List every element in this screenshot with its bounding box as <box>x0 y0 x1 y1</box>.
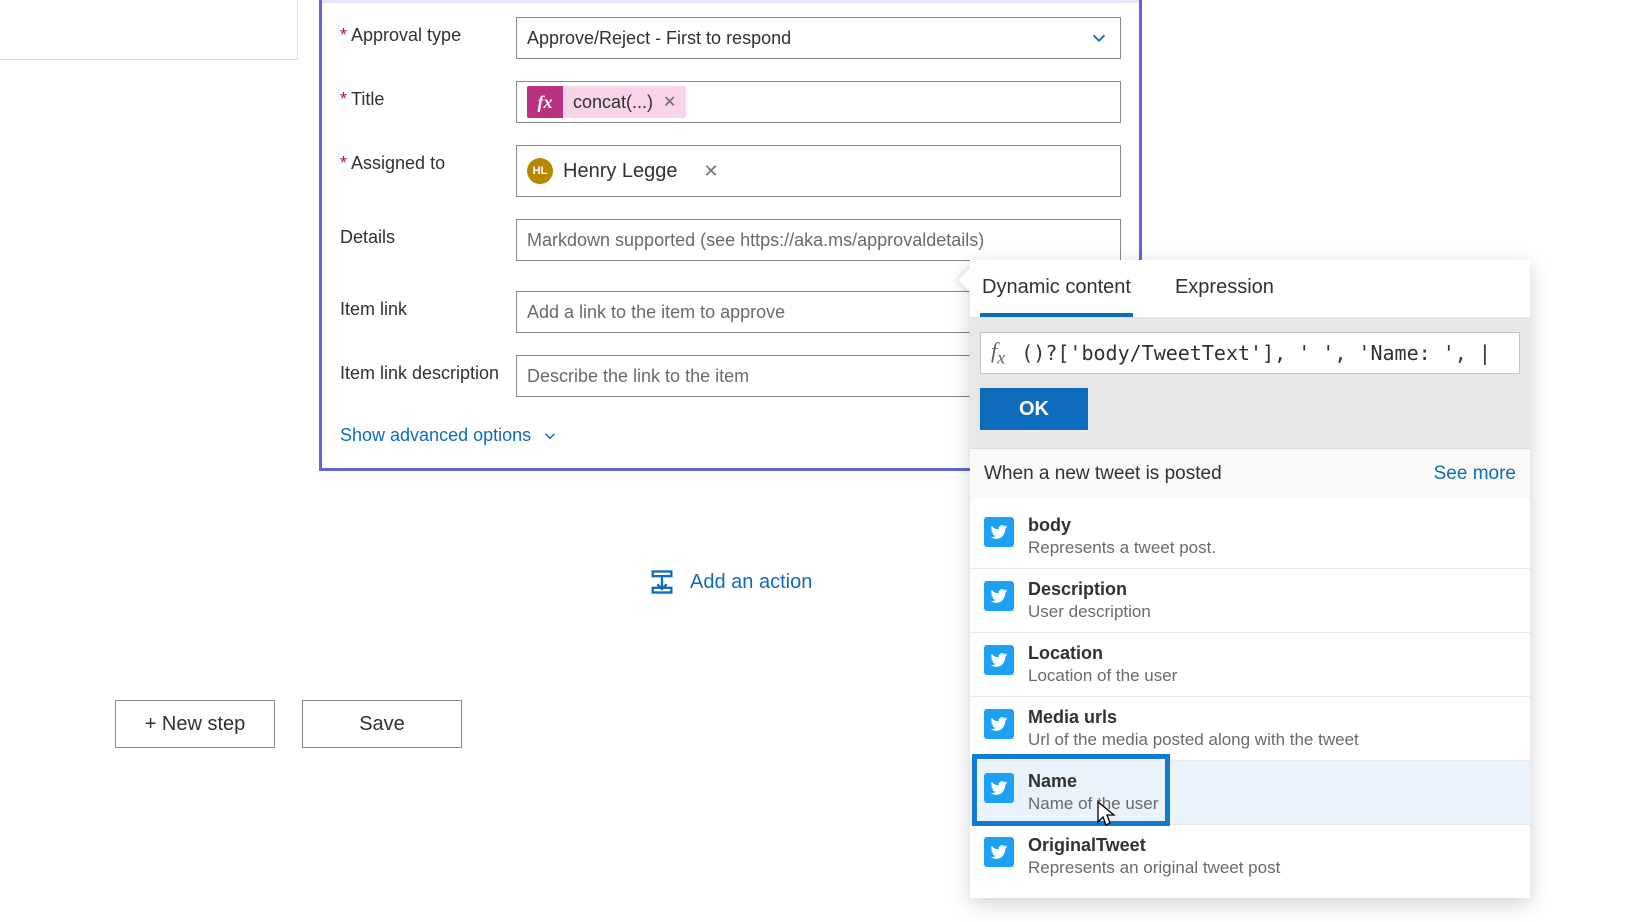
save-button[interactable]: Save <box>302 700 462 748</box>
fx-chip-text: concat(...) <box>563 92 663 113</box>
dc-item-location[interactable]: LocationLocation of the user <box>970 632 1530 696</box>
label-details: Details <box>340 219 516 248</box>
dc-item-title: Media urls <box>1028 707 1359 728</box>
dc-item-title: Name <box>1028 771 1158 792</box>
approval-type-value: Approve/Reject - First to respond <box>527 28 791 49</box>
dc-item-title: Description <box>1028 579 1151 600</box>
fx-icon: fx <box>527 86 563 118</box>
label-assigned-to: Assigned to <box>340 145 516 174</box>
label-title: Title <box>340 81 516 110</box>
flyout-tabs: Dynamic content Expression <box>970 260 1530 318</box>
add-action-icon <box>648 568 676 596</box>
dc-item-title: OriginalTweet <box>1028 835 1280 856</box>
fx-icon: fx <box>991 338 1005 368</box>
assigned-to-input[interactable]: HL Henry Legge ✕ <box>516 145 1121 197</box>
add-action-button[interactable]: Add an action <box>648 568 812 596</box>
title-input[interactable]: fx concat(...) ✕ <box>516 81 1121 123</box>
expression-text: ()?['body/TweetText'], ' ', 'Name: ', | <box>1021 341 1491 365</box>
twitter-icon <box>984 773 1014 803</box>
dc-group-title: When a new tweet is posted <box>984 463 1222 485</box>
show-advanced-toggle[interactable]: Show advanced options <box>340 425 559 446</box>
twitter-icon <box>984 837 1014 867</box>
details-placeholder: Markdown supported (see https://aka.ms/a… <box>527 230 984 251</box>
fx-concat-chip[interactable]: fx concat(...) ✕ <box>527 86 686 118</box>
close-icon[interactable]: ✕ <box>663 92 686 112</box>
approval-type-select[interactable]: Approve/Reject - First to respond <box>516 17 1121 59</box>
dc-list: bodyRepresents a tweet post.DescriptionU… <box>970 499 1530 898</box>
row-details: Details Markdown supported (see https://… <box>340 219 1121 261</box>
person-name: Henry Legge <box>563 160 678 183</box>
twitter-icon <box>984 517 1014 547</box>
dc-item-desc: Name of the user <box>1028 794 1158 814</box>
row-assigned-to: Assigned to HL Henry Legge ✕ <box>340 145 1121 197</box>
show-advanced-label: Show advanced options <box>340 425 531 446</box>
dc-item-title: body <box>1028 515 1216 536</box>
dc-item-media-urls[interactable]: Media urlsUrl of the media posted along … <box>970 696 1530 760</box>
row-title: Title fx concat(...) ✕ <box>340 81 1121 123</box>
label-item-link: Item link <box>340 291 516 320</box>
left-panel <box>0 0 298 60</box>
expression-bar: fx ()?['body/TweetText'], ' ', 'Name: ',… <box>970 318 1530 448</box>
dc-item-desc: Location of the user <box>1028 666 1177 686</box>
dc-group-header: When a new tweet is posted See more <box>970 448 1530 499</box>
chevron-down-icon <box>1088 27 1110 49</box>
new-step-button[interactable]: + New step <box>115 700 275 748</box>
dynamic-content-flyout: Dynamic content Expression fx ()?['body/… <box>970 260 1530 898</box>
see-more-link[interactable]: See more <box>1434 463 1516 485</box>
row-approval-type: Approval type Approve/Reject - First to … <box>340 17 1121 59</box>
person-chip[interactable]: HL Henry Legge ✕ <box>527 158 719 184</box>
dc-item-name[interactable]: NameName of the user <box>970 760 1530 824</box>
details-input[interactable]: Markdown supported (see https://aka.ms/a… <box>516 219 1121 261</box>
avatar: HL <box>527 158 553 184</box>
label-item-link-desc: Item link description <box>340 355 516 384</box>
dc-item-title: Location <box>1028 643 1177 664</box>
dc-item-desc: Represents a tweet post. <box>1028 538 1216 558</box>
chevron-down-icon <box>541 427 559 445</box>
label-approval-type: Approval type <box>340 17 516 46</box>
dc-item-desc: User description <box>1028 602 1151 622</box>
flyout-pointer <box>958 266 972 294</box>
add-action-label: Add an action <box>690 571 812 594</box>
tab-dynamic-content[interactable]: Dynamic content <box>980 270 1133 317</box>
twitter-icon <box>984 645 1014 675</box>
item-link-desc-placeholder: Describe the link to the item <box>527 366 749 387</box>
twitter-icon <box>984 581 1014 611</box>
twitter-icon <box>984 709 1014 739</box>
ok-button[interactable]: OK <box>980 388 1088 430</box>
dc-item-originaltweet[interactable]: OriginalTweetRepresents an original twee… <box>970 824 1530 888</box>
item-link-placeholder: Add a link to the item to approve <box>527 302 785 323</box>
dc-item-desc: Url of the media posted along with the t… <box>1028 730 1359 750</box>
dc-item-desc: Represents an original tweet post <box>1028 858 1280 878</box>
dc-item-description[interactable]: DescriptionUser description <box>970 568 1530 632</box>
tab-expression[interactable]: Expression <box>1173 270 1276 317</box>
expression-input[interactable]: fx ()?['body/TweetText'], ' ', 'Name: ',… <box>980 332 1520 374</box>
dc-item-body[interactable]: bodyRepresents a tweet post. <box>970 505 1530 568</box>
close-icon[interactable]: ✕ <box>704 161 719 182</box>
